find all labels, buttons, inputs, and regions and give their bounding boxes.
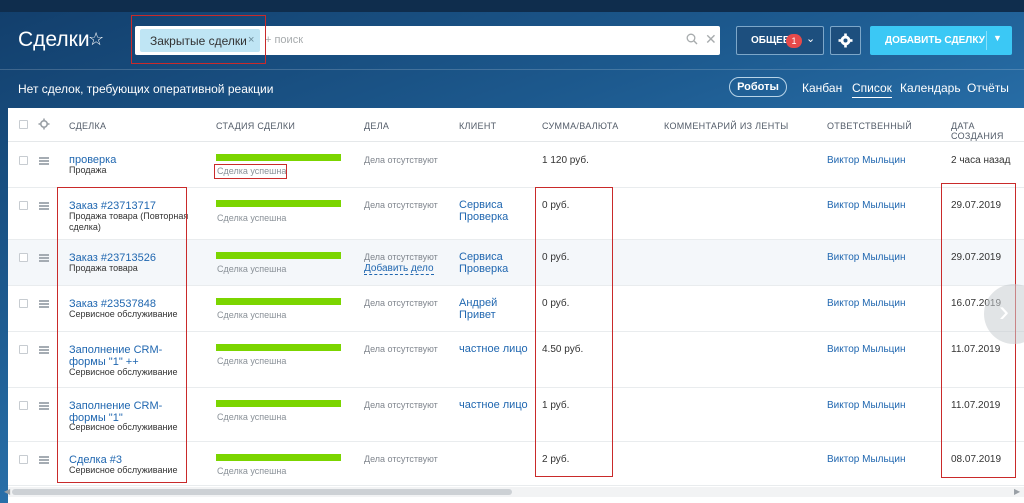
column-responsible[interactable]: ОТВЕТСТВЕННЫЙ (827, 121, 912, 131)
responsible-link[interactable]: Виктор Мыльцин (827, 344, 906, 355)
search-clear-icon[interactable]: ✕ (705, 31, 717, 48)
column-sum[interactable]: СУММА/ВАЛЮТА (542, 121, 619, 131)
row-menu-icon[interactable] (39, 456, 49, 464)
row-checkbox[interactable] (19, 401, 28, 410)
stage-label: Сделка успешна (217, 213, 287, 223)
filter-highlight-annotation (131, 15, 266, 64)
gear-icon (838, 33, 853, 48)
client-link[interactable]: Андрей Привет (459, 297, 529, 321)
deal-type: Продажа (69, 165, 107, 175)
chevron-down-icon: ⌄ (806, 33, 816, 45)
scrollbar-thumb[interactable] (12, 489, 512, 495)
top-strip (0, 0, 1024, 12)
scroll-right-arrow-icon[interactable]: ▶ (1014, 487, 1020, 496)
view-reports[interactable]: Отчёты (967, 81, 1009, 95)
stage-label: Сделка успешна (217, 412, 287, 422)
responsible-link[interactable]: Виктор Мыльцин (827, 400, 906, 411)
row-menu-icon[interactable] (39, 254, 49, 262)
responsible-link[interactable]: Виктор Мыльцин (827, 155, 906, 166)
column-deal[interactable]: СДЕЛКА (69, 121, 106, 131)
search-icon[interactable] (686, 33, 698, 45)
activity-status: Дела отсутствуют (364, 400, 438, 410)
notice-text: Нет сделок, требующих оперативной реакци… (18, 82, 274, 96)
general-count-badge: 1 (786, 34, 802, 48)
stage-label: Сделка успешна (217, 310, 287, 320)
stage-label: Сделка успешна (217, 356, 287, 366)
deals-highlight-annotation (57, 187, 187, 483)
page-title: Сделки (18, 28, 90, 51)
column-settings-gear-icon[interactable] (38, 118, 50, 130)
row-menu-icon[interactable] (39, 157, 49, 165)
search-input[interactable]: + поиск (265, 34, 303, 46)
stage-label: Сделка успешна (217, 466, 287, 476)
row-menu-icon[interactable] (39, 402, 49, 410)
add-activity-link[interactable]: Добавить дело (364, 263, 434, 275)
sum-highlight-annotation (535, 187, 613, 477)
client-link[interactable]: Сервиса Проверка (459, 251, 529, 275)
row-checkbox[interactable] (19, 201, 28, 210)
view-calendar[interactable]: Календарь (900, 81, 961, 95)
stage-bar[interactable] (216, 454, 341, 461)
view-kanban[interactable]: Канбан (802, 81, 842, 95)
view-list[interactable]: Список (852, 81, 892, 98)
add-deal-label: ДОБАВИТЬ СДЕЛКУ (885, 35, 985, 46)
deal-sum: 1 120 руб. (542, 155, 589, 166)
table-row[interactable]: проверка Продажа Сделка успешна Дела отс… (8, 142, 1024, 188)
stage-highlight-annotation (214, 164, 287, 179)
add-deal-button[interactable]: ДОБАВИТЬ СДЕЛКУ (870, 26, 1012, 55)
created-date: 2 часа назад (951, 155, 1011, 166)
activity-status: Дела отсутствуют (364, 454, 438, 464)
header-divider (0, 69, 1024, 70)
row-checkbox[interactable] (19, 345, 28, 354)
responsible-link[interactable]: Виктор Мыльцин (827, 298, 906, 309)
chevron-right-icon: › (999, 295, 1009, 328)
column-stage[interactable]: СТАДИЯ СДЕЛКИ (216, 121, 295, 131)
stage-bar[interactable] (216, 252, 341, 259)
row-menu-icon[interactable] (39, 202, 49, 210)
stage-label: Сделка успешна (217, 264, 287, 274)
row-menu-icon[interactable] (39, 300, 49, 308)
robots-button[interactable]: Роботы (729, 77, 787, 97)
activity-status: Дела отсутствуют (364, 200, 438, 210)
column-activities[interactable]: ДЕЛА (364, 121, 389, 131)
favorite-star-icon[interactable]: ☆ (88, 29, 104, 50)
column-created[interactable]: ДАТА СОЗДАНИЯ (951, 121, 1024, 141)
row-checkbox[interactable] (19, 253, 28, 262)
client-link[interactable]: частное лицо (459, 399, 529, 411)
settings-button[interactable] (830, 26, 861, 55)
activity-status: Дела отсутствуют (364, 344, 438, 354)
row-menu-icon[interactable] (39, 346, 49, 354)
stage-bar[interactable] (216, 200, 341, 207)
row-checkbox[interactable] (19, 455, 28, 464)
column-comment[interactable]: КОММЕНТАРИЙ ИЗ ЛЕНТЫ (664, 121, 789, 131)
responsible-link[interactable]: Виктор Мыльцин (827, 252, 906, 263)
row-checkbox[interactable] (19, 299, 28, 308)
add-deal-separator (986, 31, 987, 50)
activity-status: Дела отсутствуют (364, 155, 438, 165)
stage-bar[interactable] (216, 298, 341, 305)
stage-bar[interactable] (216, 344, 341, 351)
table-header: СДЕЛКА СТАДИЯ СДЕЛКИ ДЕЛА КЛИЕНТ СУММА/В… (8, 108, 1024, 142)
select-all-checkbox[interactable] (19, 120, 28, 129)
general-button-label: ОБЩЕЕ (751, 35, 790, 46)
responsible-link[interactable]: Виктор Мыльцин (827, 200, 906, 211)
client-link[interactable]: Сервиса Проверка (459, 199, 529, 223)
scroll-left-arrow-icon[interactable]: ◀ (4, 487, 10, 496)
client-link[interactable]: частное лицо (459, 343, 529, 355)
stage-bar[interactable] (216, 154, 341, 161)
activity-status: Дела отсутствуют (364, 298, 438, 308)
stage-bar[interactable] (216, 400, 341, 407)
add-deal-dropdown-icon[interactable]: ▼ (993, 33, 1002, 43)
responsible-link[interactable]: Виктор Мыльцин (827, 454, 906, 465)
column-client[interactable]: КЛИЕНТ (459, 121, 496, 131)
row-checkbox[interactable] (19, 156, 28, 165)
activity-status: Дела отсутствуют (364, 252, 438, 262)
